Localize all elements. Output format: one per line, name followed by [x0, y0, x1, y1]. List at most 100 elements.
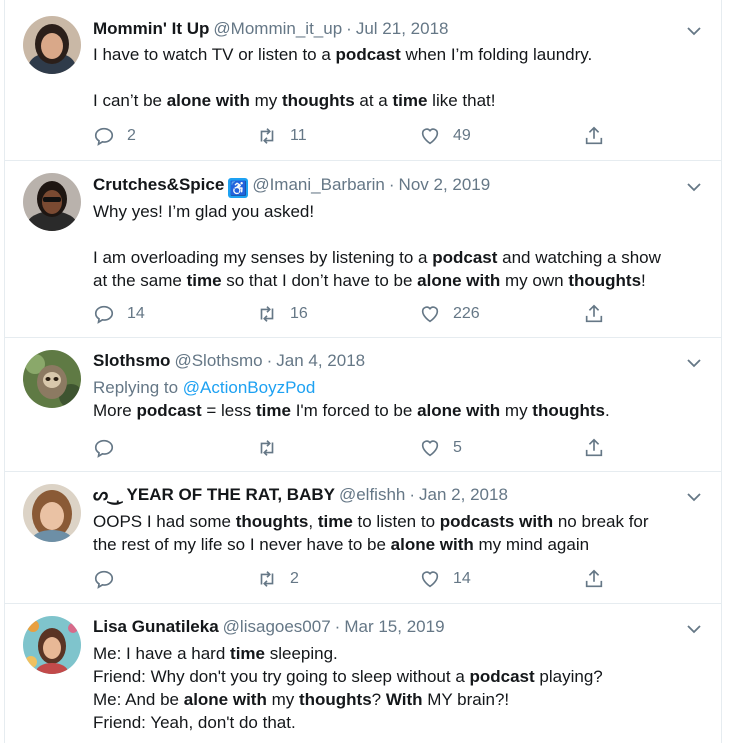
- tweet-text: I have to watch TV or listen to a podcas…: [93, 43, 705, 112]
- share-icon: [585, 569, 603, 588]
- author-handle[interactable]: @Imani_Barbarin: [252, 175, 385, 194]
- reply-button[interactable]: 2: [93, 124, 136, 148]
- like-button[interactable]: 226: [419, 302, 480, 326]
- like-button[interactable]: 14: [419, 567, 471, 591]
- highlighted-term: With: [385, 690, 423, 709]
- text-segment: !: [641, 271, 646, 290]
- like-button[interactable]: 49: [419, 124, 471, 148]
- replying-to-link[interactable]: @ActionBoyzPod: [183, 378, 316, 397]
- retweet-icon: [260, 571, 274, 587]
- author-handle[interactable]: @lisagoes007: [223, 617, 331, 636]
- tweet-date[interactable]: Nov 2, 2019: [399, 175, 491, 194]
- text-segment: no break for: [553, 512, 649, 531]
- author-name[interactable]: Crutches&Spice: [93, 175, 224, 194]
- highlighted-term: time: [186, 271, 222, 290]
- chevron-down-icon[interactable]: [685, 178, 703, 196]
- text-segment: to listen to: [352, 512, 440, 531]
- author-name[interactable]: Lisa Gunatileka: [93, 617, 219, 636]
- reply-icon: [94, 305, 114, 324]
- heart-icon: [421, 571, 439, 588]
- author-handle[interactable]: @Slothsmo: [174, 351, 262, 370]
- heart-icon: [421, 306, 439, 323]
- tweet-text: Me: I have a hard time sleeping. Friend: …: [93, 642, 705, 734]
- retweet-icon: [260, 306, 274, 322]
- retweet-icon: [260, 128, 274, 144]
- tweet-text-line: Friend: Yeah, don't do that.: [93, 711, 705, 734]
- highlighted-term: podcast: [469, 667, 535, 686]
- reply-button[interactable]: 14: [93, 302, 145, 326]
- tweet-text-line: I have to watch TV or listen to a podcas…: [93, 43, 705, 66]
- reply-button[interactable]: [93, 436, 127, 460]
- text-segment: .: [605, 401, 610, 420]
- tweet[interactable]: Crutches&Spice ♿ @Imani_Barbarin · Nov 2, 20…: [4, 161, 722, 338]
- highlighted-term: thoughts: [568, 271, 642, 290]
- text-segment: I can’t be: [93, 91, 167, 110]
- text-segment: like that!: [427, 91, 496, 110]
- avatar[interactable]: [23, 350, 81, 408]
- share-button[interactable]: [583, 436, 605, 460]
- tweet-date[interactable]: Mar 15, 2019: [344, 617, 444, 636]
- highlighted-term: time: [256, 401, 291, 420]
- author-handle[interactable]: @elfishh: [339, 485, 405, 504]
- replying-label: Replying to: [93, 378, 183, 397]
- chevron-down-icon[interactable]: [685, 488, 703, 506]
- tweet-content: Replying to @ActionBoyzPod More podcast …: [93, 376, 705, 422]
- reply-count: 14: [127, 305, 145, 322]
- separator-dot: ·: [409, 485, 416, 504]
- avatar[interactable]: [23, 16, 81, 74]
- share-button[interactable]: [583, 302, 605, 326]
- highlighted-term: alone with: [417, 271, 501, 290]
- text-segment: Me: I have a hard: [93, 644, 231, 663]
- author-name[interactable]: ᔕ‿ͅ YEAR OF THE RAT, BABY: [93, 485, 335, 504]
- text-segment: so that I don’t have to be: [221, 271, 418, 290]
- avatar[interactable]: [23, 616, 81, 674]
- tweet-text-line: Friend: Why don't you try going to sleep…: [93, 665, 705, 688]
- share-button[interactable]: [583, 124, 605, 148]
- highlighted-term: time: [317, 512, 353, 531]
- text-segment: I have to watch TV or listen to a: [93, 45, 336, 64]
- tweet[interactable]: Slothsmo @Slothsmo · Jan 4, 2018 Replying t…: [4, 338, 722, 472]
- action-bar: 2 14: [93, 567, 633, 591]
- retweet-button[interactable]: 16: [256, 302, 308, 326]
- text-segment: the rest of my life so I never have to b…: [93, 535, 391, 554]
- reply-icon: [94, 127, 114, 146]
- retweet-button[interactable]: 2: [256, 567, 299, 591]
- tweet[interactable]: Mommin' It Up @Mommin_it_up · Jul 21, 2018 …: [4, 0, 722, 161]
- tweet[interactable]: ᔕ‿ͅ YEAR OF THE RAT, BABY @elfishh · Jan 2,…: [4, 472, 722, 604]
- like-button[interactable]: 5: [419, 436, 462, 460]
- retweet-button[interactable]: [256, 436, 290, 460]
- text-segment: Friend: Why don't you try going to sleep…: [93, 667, 470, 686]
- avatar[interactable]: [23, 173, 81, 231]
- chevron-down-icon[interactable]: [685, 620, 703, 638]
- chevron-down-icon[interactable]: [685, 22, 703, 40]
- highlighted-term: thoughts: [235, 512, 309, 531]
- reply-button[interactable]: [93, 567, 127, 591]
- highlighted-term: time: [230, 644, 265, 663]
- tweet-date[interactable]: Jan 4, 2018: [276, 351, 365, 370]
- share-icon: [585, 304, 603, 323]
- text-segment: ?: [371, 690, 386, 709]
- text-segment: when I’m folding laundry.: [400, 45, 593, 64]
- highlighted-term: alone with: [390, 535, 474, 554]
- retweet-button[interactable]: 11: [256, 124, 307, 148]
- avatar[interactable]: [23, 484, 81, 542]
- text-segment: Why yes! I’m glad you asked!: [93, 202, 315, 221]
- highlighted-term: podcast: [136, 401, 202, 420]
- text-segment: my: [249, 91, 282, 110]
- retweet-count: 16: [290, 305, 308, 322]
- tweet-text-line: OOPS I had some thoughts, time to listen…: [93, 510, 705, 533]
- share-button[interactable]: [583, 567, 605, 591]
- highlighted-term: thoughts: [298, 690, 372, 709]
- author-name[interactable]: Mommin' It Up: [93, 19, 209, 38]
- author-name[interactable]: Slothsmo: [93, 351, 170, 370]
- author-handle[interactable]: @Mommin_it_up: [213, 19, 342, 38]
- tweet-date[interactable]: Jan 2, 2018: [419, 485, 508, 504]
- separator-dot: ·: [346, 19, 352, 38]
- reply-icon: [94, 570, 114, 589]
- text-segment: my: [266, 690, 299, 709]
- tweet[interactable]: Lisa Gunatileka @lisagoes007 · Mar 15, 2019…: [4, 604, 722, 743]
- text-segment: I am overloading my senses by listening …: [93, 248, 433, 267]
- tweet-date[interactable]: Jul 21, 2018: [356, 19, 449, 38]
- text-segment: = less: [201, 401, 256, 420]
- chevron-down-icon[interactable]: [685, 354, 703, 372]
